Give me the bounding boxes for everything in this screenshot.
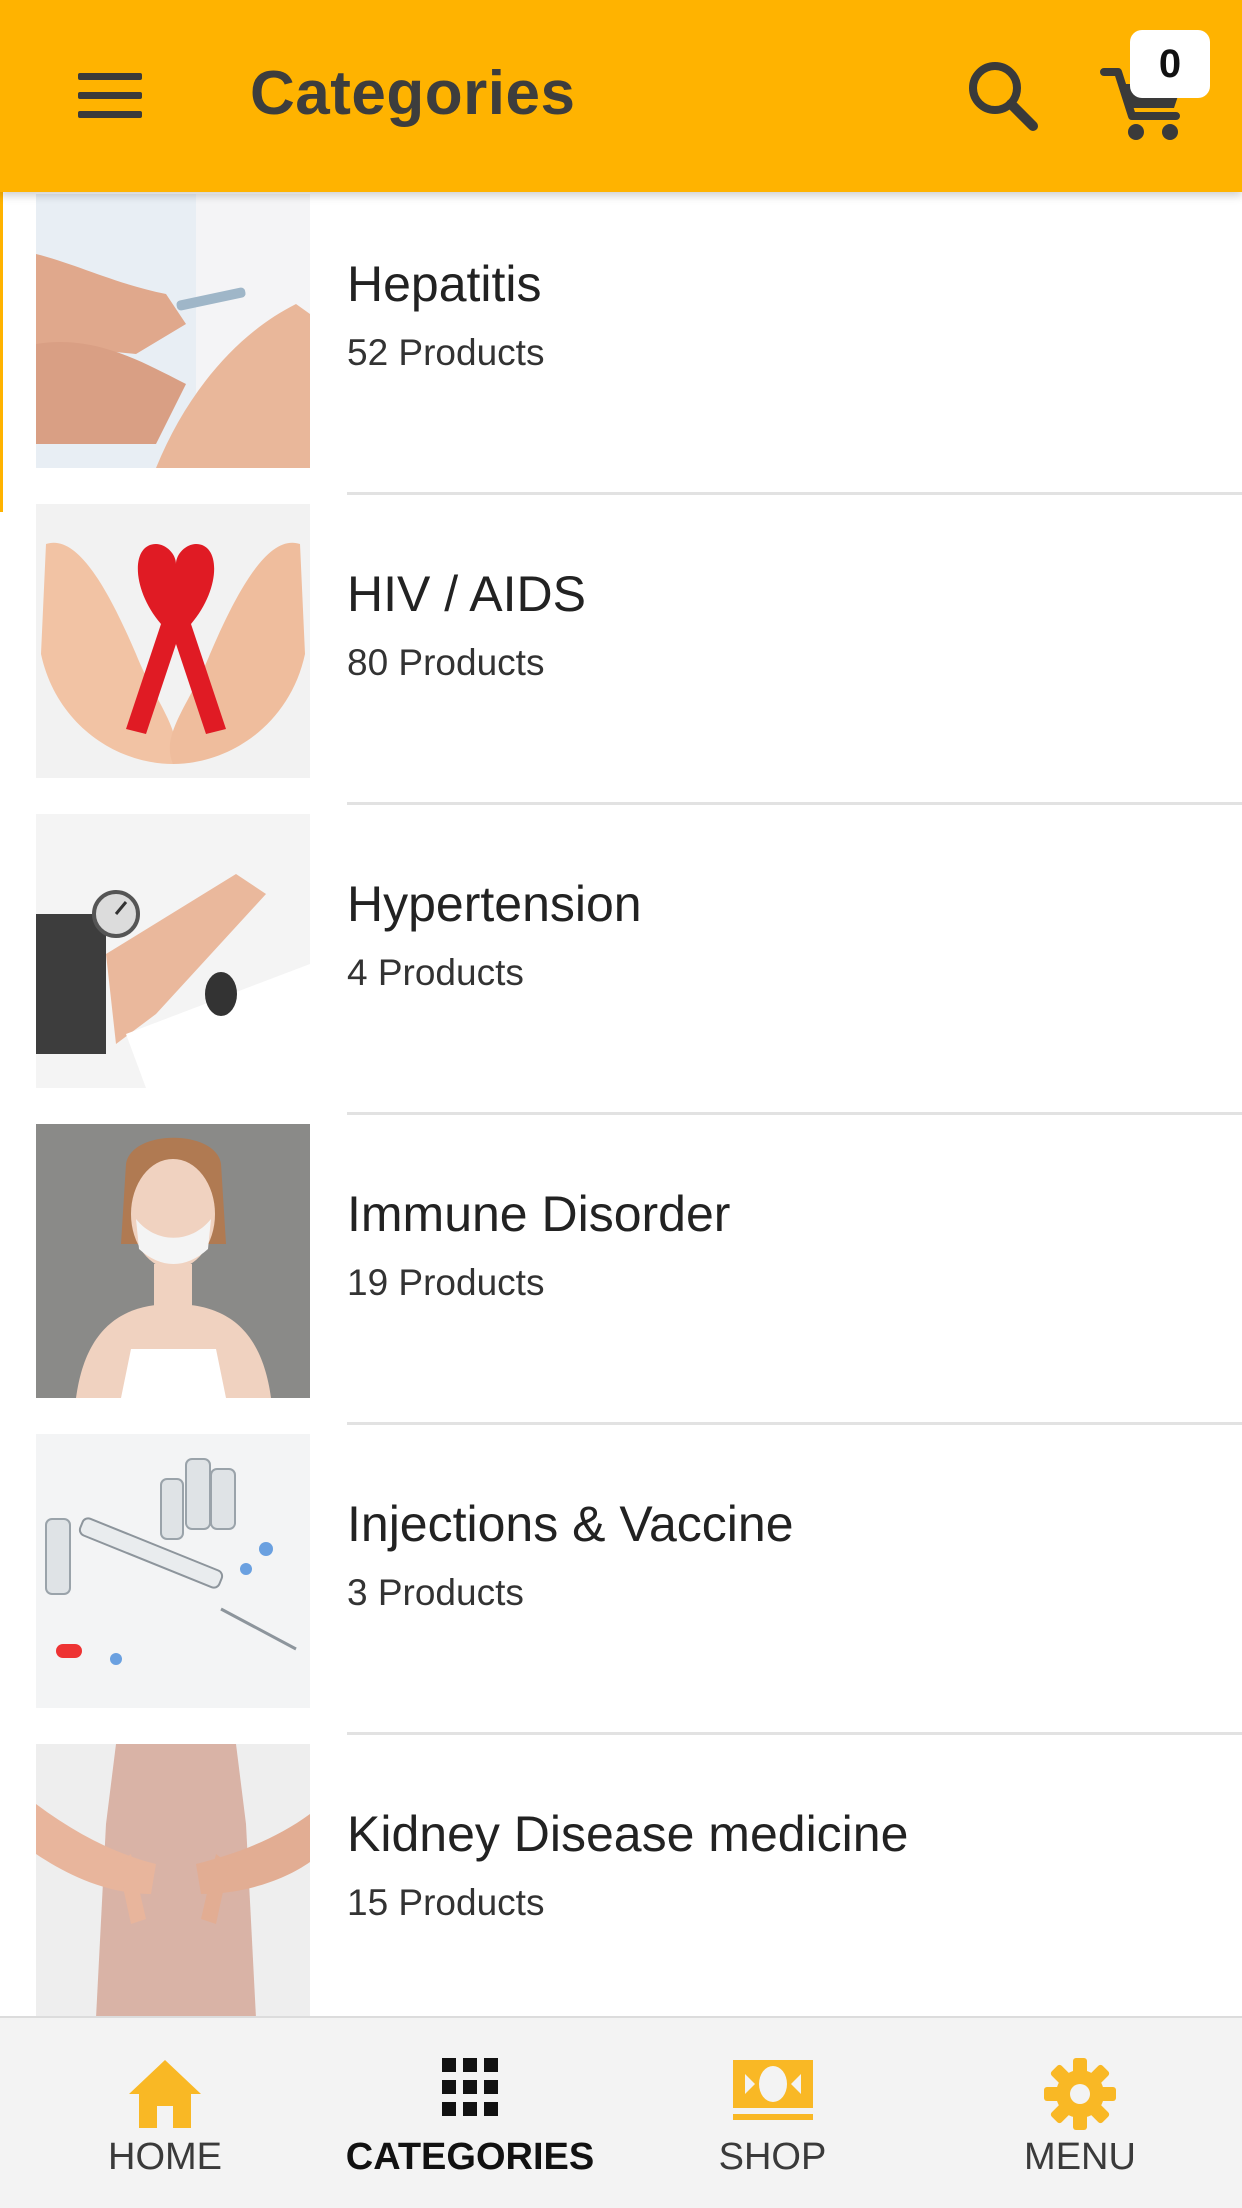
nav-shop[interactable]: SHOP [680, 2018, 865, 2208]
bottom-navigation: HOME CATEGORIES SHOP MENU [0, 2016, 1242, 2208]
category-product-count: 15 Products [347, 1882, 545, 1923]
category-item-hepatitis[interactable]: Hepatitis 52 Products [0, 192, 1242, 502]
category-item-hiv-aids[interactable]: HIV / AIDS 80 Products [0, 502, 1242, 812]
hamburger-menu-icon[interactable] [60, 55, 160, 135]
divider [347, 1732, 1242, 1735]
hiv-aids-image [36, 504, 310, 778]
app-bar: Categories 0 [0, 0, 1242, 192]
category-name: Injections & Vaccine [347, 1496, 794, 1552]
divider [347, 802, 1242, 805]
category-item-injections-vaccine[interactable]: Injections & Vaccine 3 Products [0, 1432, 1242, 1742]
hypertension-image [36, 814, 310, 1088]
category-item-immune-disorder[interactable]: Immune Disorder 19 Products [0, 1122, 1242, 1432]
divider [347, 1112, 1242, 1115]
app-root: Categories 0 Hepatitis 52 Products HIV /… [0, 0, 1242, 2208]
injections-vaccine-image [36, 1434, 310, 1708]
category-name: HIV / AIDS [347, 566, 586, 622]
cart-count-badge: 0 [1130, 30, 1210, 98]
nav-home[interactable]: HOME [60, 2018, 270, 2208]
category-product-count: 80 Products [347, 642, 545, 683]
category-product-count: 3 Products [347, 1572, 524, 1613]
kidney-disease-image [36, 1744, 310, 2016]
category-item-kidney-disease[interactable]: Kidney Disease medicine 15 Products [0, 1742, 1242, 2016]
category-product-count: 4 Products [347, 952, 524, 993]
home-icon [125, 2056, 205, 2135]
nav-menu[interactable]: MENU [985, 2018, 1175, 2208]
category-list[interactable]: Hepatitis 52 Products HIV / AIDS 80 Prod… [0, 192, 1242, 2016]
gear-icon [1042, 2056, 1118, 2137]
divider [347, 1422, 1242, 1425]
grid-icon [440, 2056, 500, 2123]
page-title: Categories [250, 59, 576, 128]
nav-home-label: HOME [108, 2136, 222, 2178]
nav-shop-label: SHOP [718, 2136, 827, 2178]
category-name: Hypertension [347, 876, 642, 932]
category-product-count: 52 Products [347, 332, 545, 373]
category-name: Immune Disorder [347, 1186, 731, 1242]
nav-categories-label: CATEGORIES [345, 2136, 595, 2178]
divider [347, 492, 1242, 495]
banknote-icon [731, 2056, 815, 2127]
immune-disorder-image [36, 1124, 310, 1398]
category-name: Kidney Disease medicine [347, 1806, 909, 1862]
search-icon[interactable] [955, 50, 1055, 140]
category-name: Hepatitis [347, 256, 542, 312]
nav-menu-label: MENU [1024, 2136, 1136, 2178]
category-item-hypertension[interactable]: Hypertension 4 Products [0, 812, 1242, 1122]
hepatitis-image [36, 194, 310, 468]
category-product-count: 19 Products [347, 1262, 545, 1303]
nav-categories[interactable]: CATEGORIES [330, 2018, 610, 2208]
